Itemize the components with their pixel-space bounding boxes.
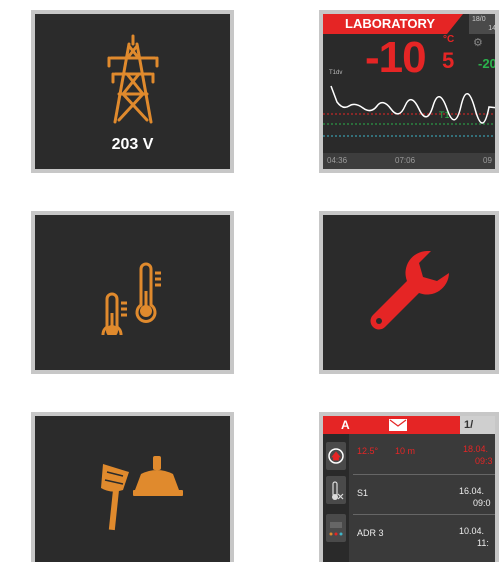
lab-secondary-value: -20 (478, 56, 497, 71)
series-label: T1 (439, 110, 450, 120)
wrench-icon (370, 251, 449, 330)
thermometers-icon (101, 262, 161, 335)
alarms-screen: A 1/ 12.5° 10 m 18.04. 09:3 S1 16.04. 09… (323, 416, 495, 562)
voltage-value: 203 V (111, 136, 154, 153)
alarm-row[interactable]: ADR 3 10.04. 11: (353, 520, 495, 554)
alarm-cell: 09:3 (475, 456, 493, 466)
alarm-cell: 16.04. (459, 486, 485, 496)
laboratory-tile[interactable]: LABORATORY 18/0 14 -10 5 °C ⚙ -20 T1dv T… (319, 10, 499, 173)
trend-line (330, 85, 495, 124)
home-button[interactable] (326, 442, 346, 470)
alarm-row[interactable]: S1 16.04. 09:0 (353, 480, 495, 515)
alarm-cell: 11: (477, 538, 489, 548)
lab-trend-chart: T1 (323, 85, 495, 137)
power-tile[interactable]: 203 V (31, 10, 234, 173)
thermometers-tile[interactable] (31, 211, 234, 374)
time-tick: 04:36 (327, 156, 348, 165)
alarm-cell: S1 (357, 488, 369, 498)
menu-button[interactable] (326, 514, 346, 542)
home-icon (328, 448, 344, 464)
alarms-tile[interactable]: A 1/ 12.5° 10 m 18.04. 09:3 S1 16.04. 09… (319, 412, 499, 562)
lab-date-line1: 18/0 (472, 16, 486, 23)
service-tile[interactable] (319, 211, 499, 374)
alarm-cell: 12.5° (357, 446, 379, 456)
lab-temperature-decimal: 5 (442, 48, 455, 73)
alarm-row[interactable]: 12.5° 10 m 18.04. 09:3 (353, 440, 495, 475)
alarm-cell: ADR 3 (357, 528, 384, 538)
sensor-off-icon (332, 481, 344, 500)
alarm-cell: 18.04. (463, 444, 489, 454)
laboratory-screen: LABORATORY 18/0 14 -10 5 °C ⚙ -20 T1dv T… (323, 14, 495, 169)
gear-icon: ⚙ (473, 37, 483, 49)
alarm-cell: 10.04. (459, 526, 485, 536)
cleaning-tile[interactable] (31, 412, 234, 562)
menu-dots-icon (329, 522, 343, 536)
alarms-page-indicator: 1/ (460, 416, 495, 434)
power-tower-icon (107, 34, 159, 124)
lab-date-line2: 14 (488, 25, 496, 32)
alarms-tab-letter: A (341, 418, 350, 432)
lab-unit: °C (443, 34, 455, 45)
time-tick: 07:06 (395, 156, 416, 165)
time-tick: 09 (483, 156, 492, 165)
laboratory-banner: LABORATORY (323, 14, 447, 34)
alarm-cell: 10 m (395, 446, 416, 456)
sensor-off-button[interactable] (326, 476, 346, 504)
envelope-icon (389, 419, 407, 431)
lab-date: 18/0 14 (469, 14, 496, 34)
banner-slant (447, 14, 463, 34)
broom-and-dustpan-icon (101, 456, 183, 531)
alarm-cell: 09:0 (473, 498, 491, 508)
lab-time-axis: 04:36 07:06 09 (323, 153, 495, 169)
alarms-sidebar (323, 434, 349, 562)
